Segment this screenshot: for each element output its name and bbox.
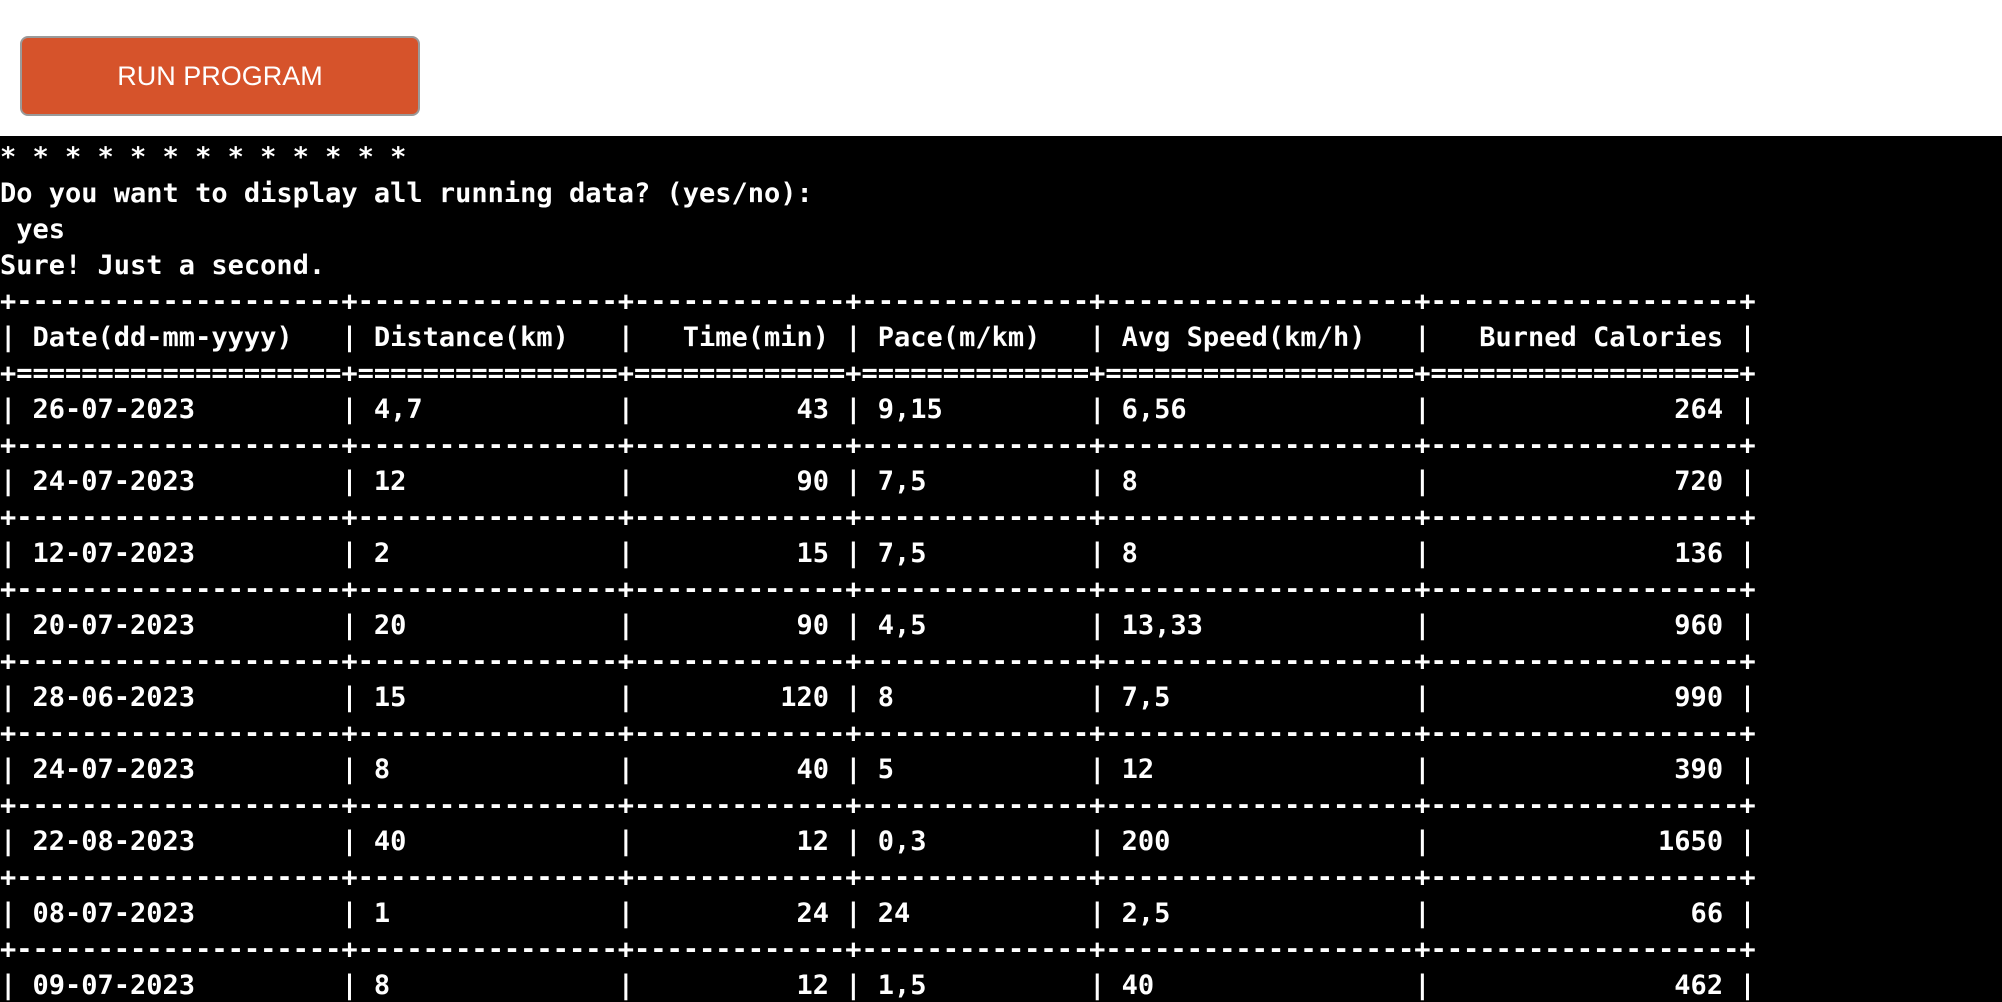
table-header-row: | Date(dd-mm-yyyy) | Distance(km) | Time… xyxy=(0,322,1756,353)
table-header-border: +====================+================+=… xyxy=(0,358,1756,389)
table-row-border: +--------------------+----------------+-… xyxy=(0,646,1756,677)
table-row-border: +--------------------+----------------+-… xyxy=(0,862,1756,893)
run-program-button[interactable]: RUN PROGRAM xyxy=(20,36,420,116)
table-row-border: +--------------------+----------------+-… xyxy=(0,934,1756,965)
table-row: | 24-07-2023 | 8 | 40 | 5 | 12 | 390 | xyxy=(0,754,1756,785)
table-row-border: +--------------------+----------------+-… xyxy=(0,790,1756,821)
table-row: | 12-07-2023 | 2 | 15 | 7,5 | 8 | 136 | xyxy=(0,538,1756,569)
stars-separator: * * * * * * * * * * * * * xyxy=(0,142,407,173)
table-row: | 09-07-2023 | 8 | 12 | 1,5 | 40 | 462 | xyxy=(0,970,1756,1001)
user-answer: yes xyxy=(0,214,66,245)
table-row: | 22-08-2023 | 40 | 12 | 0,3 | 200 | 165… xyxy=(0,826,1756,857)
table-border: +--------------------+----------------+-… xyxy=(0,286,1756,317)
table-row: | 26-07-2023 | 4,7 | 43 | 9,15 | 6,56 | … xyxy=(0,394,1756,425)
terminal-output[interactable]: * * * * * * * * * * * * * Do you want to… xyxy=(0,136,2002,1002)
table-row: | 28-06-2023 | 15 | 120 | 8 | 7,5 | 990 … xyxy=(0,682,1756,713)
table-row: | 08-07-2023 | 1 | 24 | 24 | 2,5 | 66 | xyxy=(0,898,1756,929)
table-row-border: +--------------------+----------------+-… xyxy=(0,430,1756,461)
table-row-border: +--------------------+----------------+-… xyxy=(0,574,1756,605)
table-row: | 20-07-2023 | 20 | 90 | 4,5 | 13,33 | 9… xyxy=(0,610,1756,641)
toolbar: RUN PROGRAM xyxy=(0,0,2002,136)
table-row: | 24-07-2023 | 12 | 90 | 7,5 | 8 | 720 | xyxy=(0,466,1756,497)
table-row-border: +--------------------+----------------+-… xyxy=(0,718,1756,749)
reply-text: Sure! Just a second. xyxy=(0,250,326,281)
table-row-border: +--------------------+----------------+-… xyxy=(0,502,1756,533)
prompt-text: Do you want to display all running data?… xyxy=(0,178,813,209)
